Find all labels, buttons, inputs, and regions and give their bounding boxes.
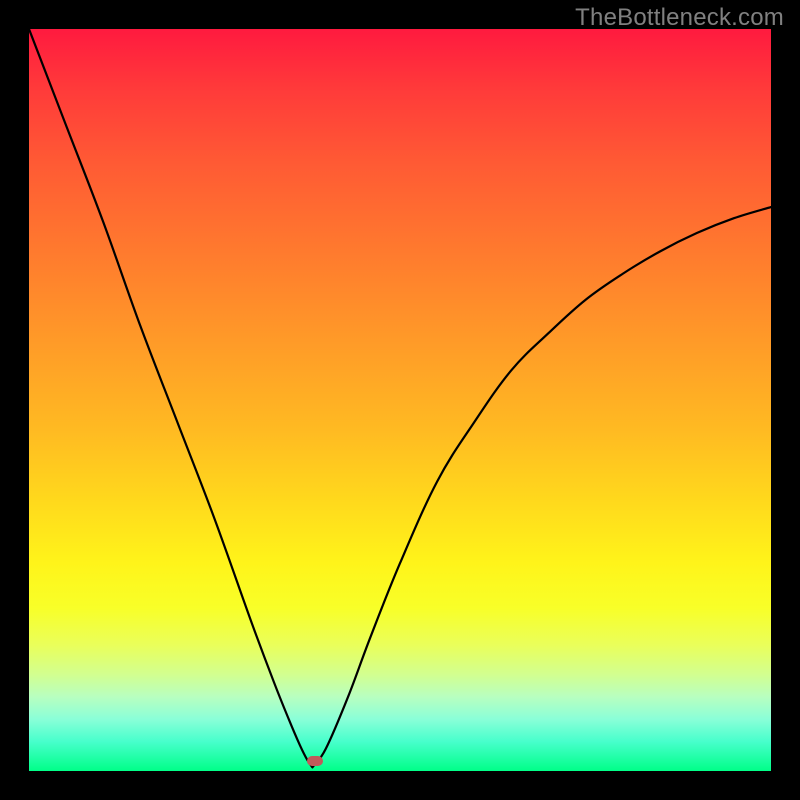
watermark-text: TheBottleneck.com	[575, 4, 784, 32]
curve-svg	[29, 29, 771, 771]
curve-right-branch	[312, 207, 771, 767]
bottleneck-marker	[307, 756, 323, 766]
chart-frame: TheBottleneck.com	[0, 0, 800, 800]
plot-area	[29, 29, 771, 771]
curve-left-branch	[29, 29, 312, 767]
